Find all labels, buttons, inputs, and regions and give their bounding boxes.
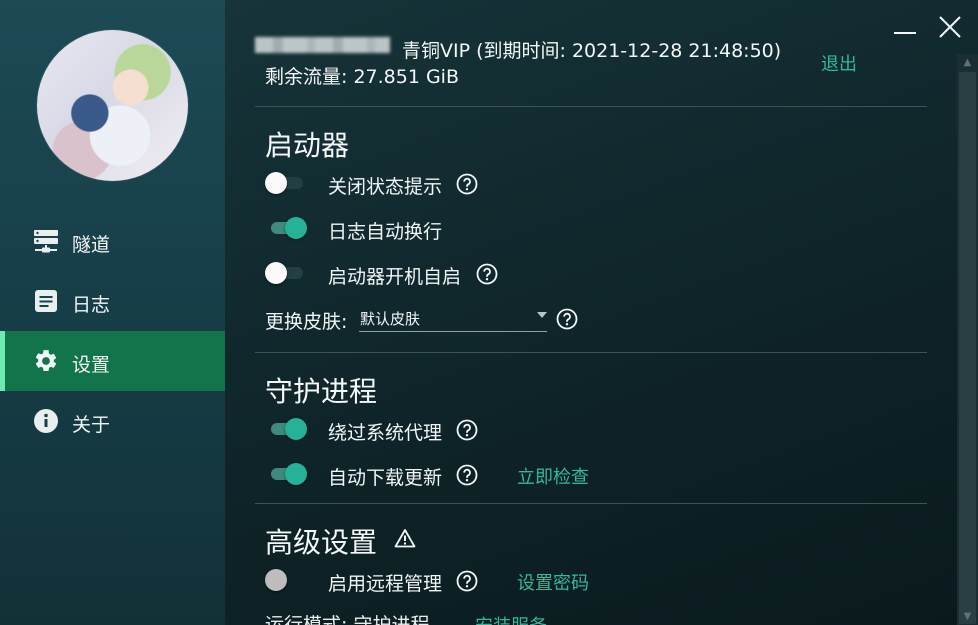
toggle-bypass-proxy[interactable] [265,416,309,440]
avatar[interactable] [37,30,188,181]
sidebar: 隧道 日志 设置 关于 [0,0,225,625]
info-icon [34,409,58,433]
logout-link[interactable]: 退出 [821,50,857,76]
option-label: 日志自动换行 [328,221,443,243]
check-update-link[interactable]: 立即检查 [517,463,589,489]
option-label: 启用远程管理 [328,573,443,595]
help-icon[interactable] [456,570,478,592]
help-icon[interactable] [456,173,478,195]
skin-select[interactable]: 默认皮肤 [359,302,547,332]
sidebar-item-label: 日志 [72,294,111,316]
help-icon[interactable] [456,419,478,441]
close-icon[interactable] [937,14,963,40]
option-label: 启动器开机自启 [328,266,462,288]
skin-select-value: 默认皮肤 [360,310,421,328]
sidebar-item-log[interactable]: 日志 [0,271,225,331]
sidebar-item-label: 关于 [72,414,111,436]
section-title-advanced: 高级设置 [265,526,378,559]
section-title-daemon: 守护进程 [265,375,378,408]
server-icon [34,230,58,253]
toggle-autostart[interactable] [265,260,309,284]
chevron-down-icon [537,312,547,318]
scroll-thumb[interactable] [959,72,976,624]
divider [255,503,927,504]
scroll-up-icon[interactable]: ▲ [957,54,978,71]
sidebar-item-settings[interactable]: 设置 [0,331,225,391]
sidebar-item-about[interactable]: 关于 [0,391,225,451]
sidebar-item-label: 设置 [72,354,111,376]
settings-panel: ▲ ▼ 青铜VIP (到期时间: 2021-12-28 21:48:50) 剩余… [225,0,978,625]
help-icon[interactable] [476,263,498,285]
option-label: 绕过系统代理 [328,422,443,444]
scrollbar[interactable]: ▲ ▼ [957,54,978,625]
minimize-icon[interactable] [892,14,918,40]
toggle-status-tips[interactable] [265,170,309,194]
section-title-launcher: 启动器 [265,129,350,162]
help-icon[interactable] [456,464,478,486]
divider [255,352,927,353]
install-service-link[interactable]: 安装服务 [475,612,547,625]
warning-icon [394,529,416,548]
gear-icon [35,350,57,371]
option-label: 关闭状态提示 [328,176,443,198]
option-label: 自动下载更新 [328,467,443,489]
remaining-traffic: 剩余流量: 27.851 GiB [265,66,459,88]
redacted-username [255,37,390,53]
scroll-down-icon[interactable]: ▼ [957,608,978,625]
sidebar-item-label: 隧道 [72,234,111,256]
document-icon [35,290,57,312]
skin-label: 更换皮肤: [265,311,348,333]
sidebar-item-tunnel[interactable]: 隧道 [0,211,225,271]
toggle-remote-admin[interactable] [265,567,309,591]
toggle-log-wrap[interactable] [265,215,309,239]
run-mode-label: 运行模式: 守护进程 [265,614,430,625]
toggle-auto-update[interactable] [265,461,309,485]
divider [255,106,927,107]
help-icon[interactable] [556,308,578,330]
vip-status: 青铜VIP (到期时间: 2021-12-28 21:48:50) [402,40,782,62]
set-password-link[interactable]: 设置密码 [517,569,589,595]
